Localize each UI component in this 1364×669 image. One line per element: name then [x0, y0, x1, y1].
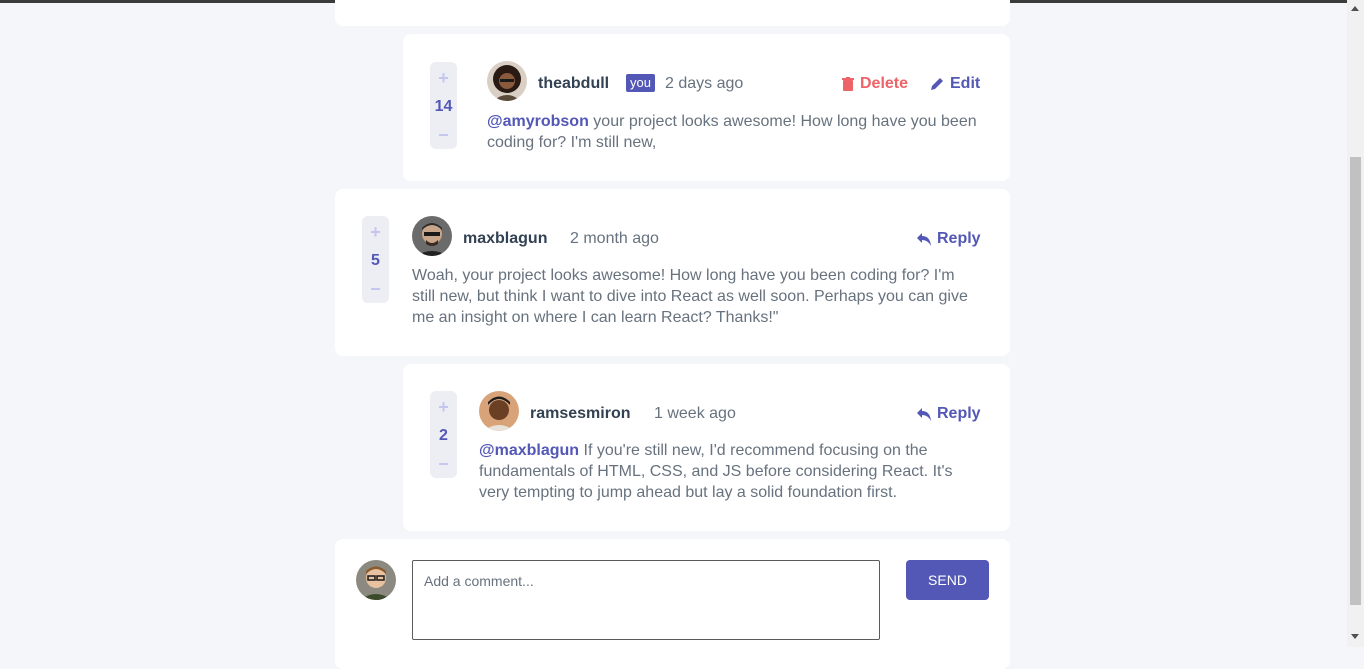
- scrollbar-thumb[interactable]: [1350, 157, 1361, 605]
- username[interactable]: ramsesmiron: [530, 404, 631, 424]
- vote-score: 2: [439, 426, 448, 444]
- reply-icon: [917, 232, 931, 246]
- vote-score: 5: [371, 251, 380, 269]
- avatar-juliusomo-icon: [356, 560, 396, 600]
- reply-button[interactable]: Reply: [917, 404, 981, 424]
- scroll-up-arrow-icon[interactable]: [1351, 6, 1359, 11]
- avatar: [412, 216, 452, 256]
- current-user-avatar: [356, 560, 396, 600]
- scroll-down-arrow-icon[interactable]: [1351, 634, 1359, 639]
- upvote-button[interactable]: +: [438, 68, 449, 88]
- comment-card-maxblagun: + 5 − maxblagun 2 month ago Reply Woah, …: [335, 189, 1010, 356]
- avatar-ramsesmiron-icon: [479, 391, 519, 431]
- timestamp: 2 month ago: [570, 230, 659, 247]
- you-badge: you: [626, 74, 655, 92]
- edit-button[interactable]: Edit: [930, 74, 980, 94]
- vote-widget: + 5 −: [362, 216, 389, 303]
- vote-widget: + 14 −: [430, 62, 457, 149]
- comment-body: Woah, your project looks awesome! How lo…: [412, 267, 968, 326]
- comment-body: @amyrobson your project looks awesome! H…: [487, 111, 982, 153]
- comment-card-ramsesmiron: + 2 − ramsesmiron 1 week ago Reply @maxb…: [403, 364, 1010, 531]
- mention[interactable]: @amyrobson: [487, 113, 589, 130]
- reply-icon: [917, 407, 931, 421]
- downvote-button[interactable]: −: [438, 454, 449, 474]
- reply-label: Reply: [937, 230, 981, 247]
- comment-card-partial: [335, 0, 1010, 26]
- edit-label: Edit: [950, 75, 981, 92]
- mention[interactable]: @maxblagun: [479, 442, 579, 459]
- delete-label: Delete: [860, 75, 909, 92]
- delete-button[interactable]: Delete: [842, 74, 908, 94]
- trash-icon: [842, 77, 854, 91]
- upvote-button[interactable]: +: [370, 222, 381, 242]
- vote-widget: + 2 −: [430, 391, 457, 478]
- send-button[interactable]: SEND: [906, 560, 989, 600]
- downvote-button[interactable]: −: [370, 279, 381, 299]
- username[interactable]: maxblagun: [463, 229, 547, 249]
- comment-card-theabdull: + 14 − theabdull you 2 days ago Delete E…: [403, 34, 1010, 181]
- upvote-button[interactable]: +: [438, 397, 449, 417]
- comment-body: @maxblagun If you're still new, I'd reco…: [479, 440, 979, 503]
- timestamp: 2 days ago: [665, 75, 744, 92]
- downvote-button[interactable]: −: [438, 125, 449, 145]
- reply-label: Reply: [937, 405, 981, 422]
- comment-input[interactable]: [412, 560, 880, 640]
- avatar-theabdull-icon: [487, 61, 527, 101]
- avatar: [479, 391, 519, 431]
- timestamp: 1 week ago: [654, 405, 736, 422]
- vote-score: 14: [434, 97, 453, 115]
- avatar: [487, 61, 527, 101]
- reply-button[interactable]: Reply: [917, 229, 981, 249]
- username[interactable]: theabdull: [538, 74, 609, 94]
- pencil-icon: [931, 78, 943, 90]
- avatar-maxblagun-icon: [412, 216, 452, 256]
- scrollbar[interactable]: [1347, 0, 1364, 647]
